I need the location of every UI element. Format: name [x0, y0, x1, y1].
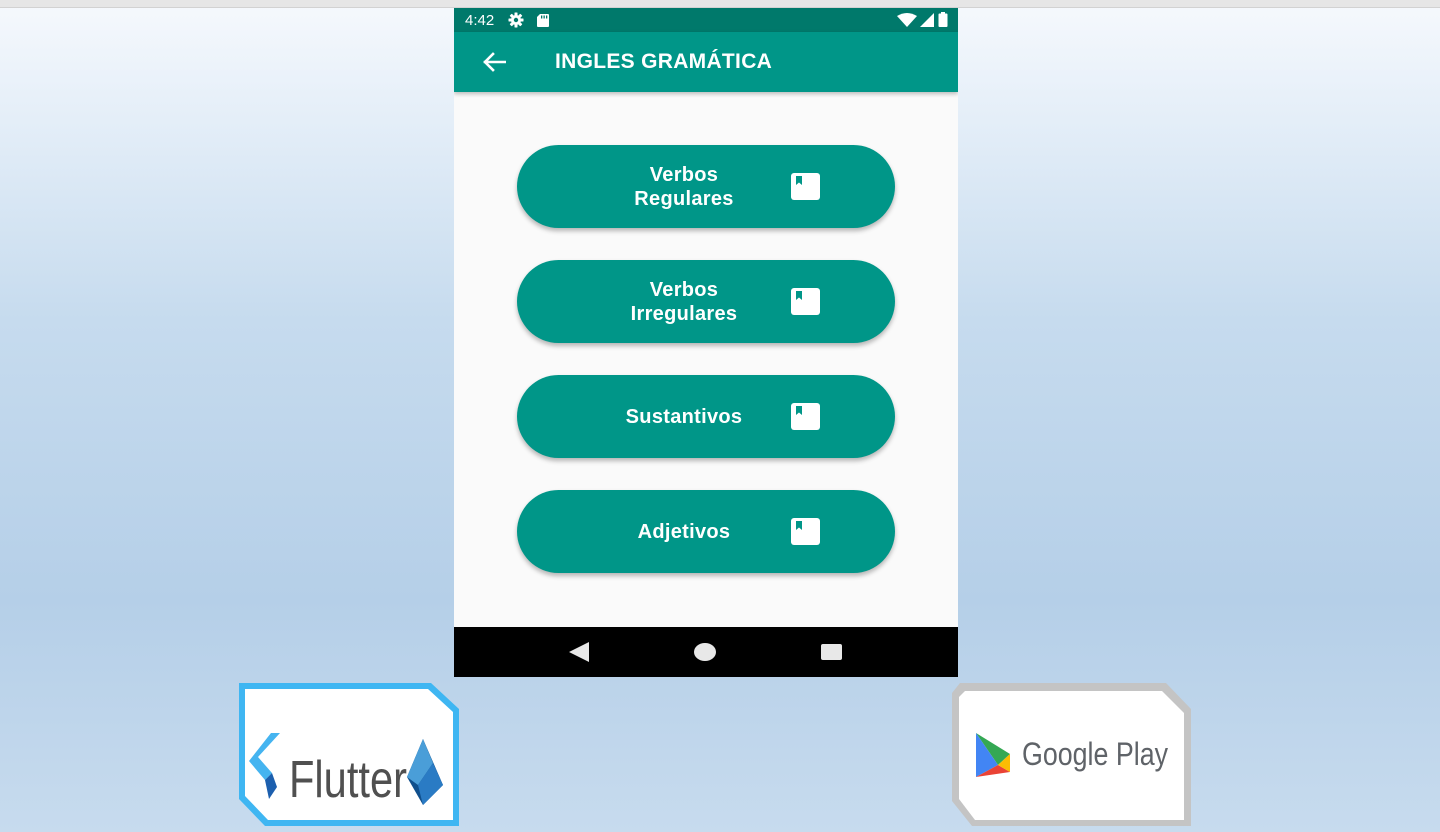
- flutter-logo: Flutter: [239, 683, 459, 826]
- button-label: Adjetivos: [637, 520, 731, 543]
- verbos-regulares-button[interactable]: Verbos Regulares: [517, 145, 895, 228]
- back-button[interactable]: [480, 48, 508, 76]
- button-label-line2: Regulares: [634, 187, 734, 210]
- app-bar: INGLES GRAMÁTICA: [454, 32, 958, 92]
- wifi-icon: [897, 12, 917, 27]
- book-icon: [791, 518, 820, 545]
- verbos-irregulares-button[interactable]: Verbos Irregulares: [517, 260, 895, 343]
- nav-back-icon[interactable]: [568, 642, 590, 662]
- phone-screen: 4:42 INGLES GRAMÁTICA Verbos Regulares V…: [454, 8, 958, 677]
- button-label-line1: Verbos: [649, 278, 719, 301]
- button-label-line1: Verbos: [649, 163, 719, 186]
- book-icon: [791, 403, 820, 430]
- nav-recents-icon[interactable]: [821, 644, 842, 660]
- navigation-bar: [454, 627, 958, 677]
- battery-icon: [938, 12, 948, 27]
- button-label: Sustantivos: [625, 405, 743, 428]
- grammar-menu: Verbos Regulares Verbos Irregulares Sust…: [517, 145, 895, 605]
- button-label-line2: Irregulares: [630, 302, 738, 325]
- cell-signal-icon: [920, 12, 934, 27]
- book-icon: [791, 173, 820, 200]
- flutter-logo-text: Flutter: [289, 751, 407, 809]
- sustantivos-button[interactable]: Sustantivos: [517, 375, 895, 458]
- google-play-logo-text: Google Play: [1022, 736, 1168, 772]
- settings-icon: [508, 12, 524, 28]
- adjetivos-button[interactable]: Adjetivos: [517, 490, 895, 573]
- nav-home-icon[interactable]: [694, 643, 716, 661]
- status-bar: 4:42: [454, 8, 958, 32]
- status-time: 4:42: [465, 11, 495, 29]
- browser-top-strip: [0, 0, 1440, 8]
- sd-card-icon: [537, 13, 550, 27]
- page-title: INGLES GRAMÁTICA: [555, 50, 773, 73]
- arrow-back-icon: [483, 52, 506, 72]
- google-play-logo: Google Play: [952, 683, 1191, 826]
- book-icon: [791, 288, 820, 315]
